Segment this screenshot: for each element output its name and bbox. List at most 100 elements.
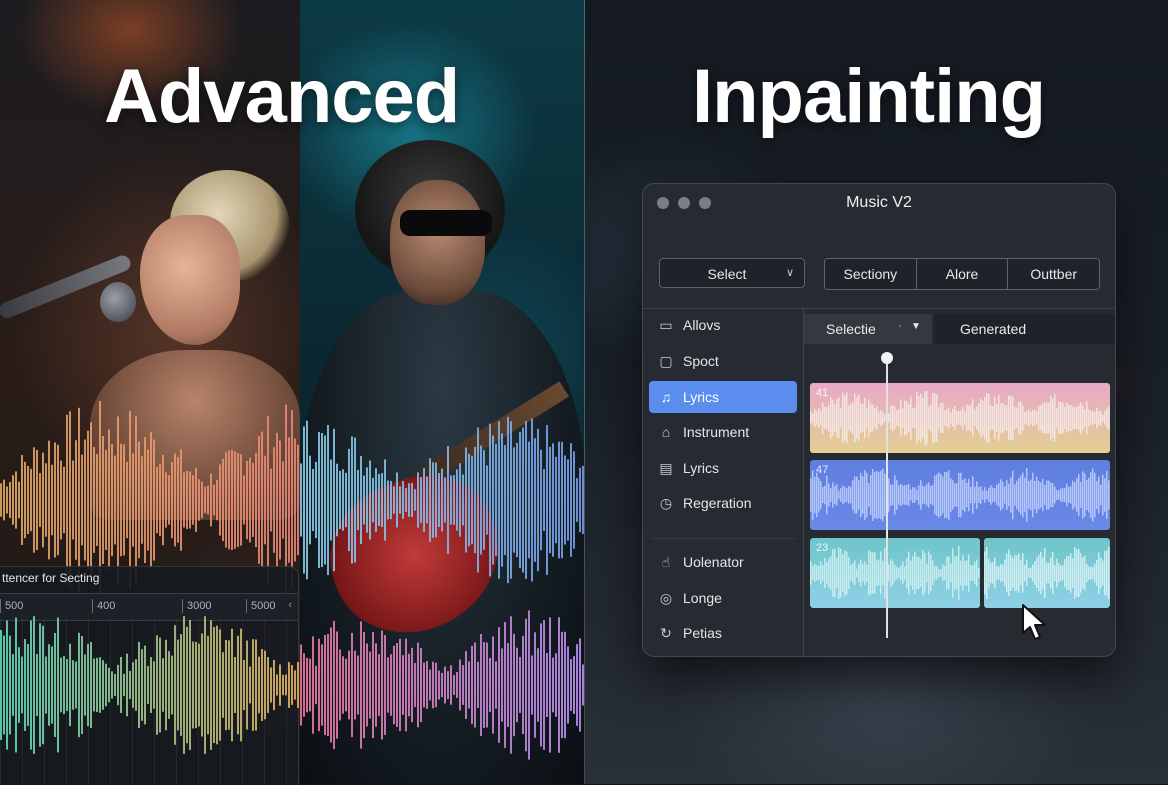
waveform-bar [904,400,906,436]
waveform-bar [576,478,578,522]
waveform-bar [570,443,572,557]
waveform-bar [417,642,419,728]
sidebar-item-instrument[interactable]: ⌂ Instrument [649,416,797,448]
waveform-bar [129,670,131,700]
waveform-bar [540,623,542,747]
sidebar-item-allovs[interactable]: ▭ Allovs [649,309,797,341]
audio-clip-right-regenerated[interactable] [984,538,1110,608]
waveform-bar [354,650,356,720]
waveform-bar [1052,551,1054,595]
music-app-window: Music V2 Select ∨ Sectiony Alore Outtber… [642,183,1116,657]
waveform-bar [288,662,290,708]
waveform-bar [978,487,980,503]
waveform-bar [918,557,920,589]
waveform-bar [219,629,221,741]
segment-alore[interactable]: Alore [915,259,1008,289]
waveform-bar [1010,477,1012,513]
select-dropdown-label: Select [707,266,747,282]
waveform-bar [483,642,485,728]
sidebar-item-regeration[interactable]: ◷ Regeration [649,487,797,519]
waveform-bar [962,479,964,511]
waveform-bar [922,485,924,505]
waveform-bar [42,625,44,745]
waveform-bar [1096,407,1098,429]
waveform-bar [96,454,98,546]
waveform-bar [558,441,560,559]
waveform-bar [1046,480,1048,510]
waveform-bar [333,428,335,572]
audio-clip-left[interactable] [810,538,980,608]
select-dropdown[interactable]: Select ∨ [659,258,805,288]
waveform-bar [818,408,820,428]
waveform-bar [920,480,922,510]
waveform-bar [854,393,856,443]
waveform-bar [27,465,29,535]
waveform-bar [57,617,59,753]
waveform-bar [51,464,53,536]
waveform-bar [960,410,962,426]
waveform-bar [894,475,896,515]
waveform-bar [810,478,812,512]
waveform-bar [914,407,916,429]
waveform-bar [531,418,533,582]
sidebar-item-petias[interactable]: ↻ Petias [649,617,797,649]
waveform-bar [908,551,910,595]
waveform-bar [471,455,473,545]
window-titlebar[interactable]: Music V2 [643,184,1115,222]
tab-selection[interactable]: Selectie · ▼ [804,314,932,344]
audio-track[interactable]: 41 [810,383,1110,453]
waveform-bar [576,644,578,726]
waveform-bar [72,660,74,710]
waveform-bar [1102,414,1104,422]
waveform-bar [327,424,329,576]
waveform-bar [910,396,912,440]
waveform-bar [57,444,59,556]
waveform-bar [1016,407,1018,429]
waveform-bar [952,480,954,510]
waveform-bar [75,661,77,709]
sidebar-item-lyrics[interactable]: ▤ Lyrics [649,452,797,484]
audio-track-split[interactable]: 23 [810,538,1110,608]
waveform-bar [1072,558,1074,588]
audio-track[interactable]: 47 [810,460,1110,530]
waveform-bar [890,406,892,430]
playhead-handle[interactable] [881,352,893,364]
waveform-bar [387,480,389,520]
waveform-bar [366,467,368,533]
playhead[interactable] [886,358,888,638]
waveform-bar [1058,401,1060,435]
waveform-bar [1022,405,1024,431]
waveform-bar [860,559,862,587]
sidebar-item-uolenator[interactable]: ☝ Uolenator [649,546,797,578]
waveform-bar [992,562,994,584]
waveform-bar [384,635,386,735]
waveform-bar [330,459,332,541]
waveform-bar [87,430,89,570]
segment-sectiony[interactable]: Sectiony [825,259,916,289]
tab-generated[interactable]: Generated [934,314,1115,344]
waveform-bar [522,635,524,735]
waveform-bar [1018,478,1020,512]
waveform-bar [348,448,350,552]
waveform-bar [411,647,413,723]
waveform-bar [36,449,38,551]
sidebar-item-spoct[interactable]: ▢ Spoct [649,345,797,377]
waveform-bar [928,551,930,595]
segment-outtber[interactable]: Outtber [1007,259,1099,289]
waveform-bar [114,455,116,545]
waveform-bar [1048,562,1050,584]
waveform-bar [453,475,455,525]
sidebar-item-lyrics-active[interactable]: ♫ Lyrics [649,381,797,413]
waveform-bar [279,440,281,560]
waveform-bar [844,487,846,503]
waveform-bar [270,667,272,703]
waveform-bar [198,479,200,521]
waveform-bar [216,479,218,521]
waveform-bar [411,483,413,517]
waveform-bar [258,436,260,564]
waveform-bar [1108,406,1110,430]
sidebar-item-longe[interactable]: ◎ Longe [649,582,797,614]
waveform-bar [321,432,323,568]
folder-icon: ▭ [659,316,673,333]
waveform-bar [826,562,828,584]
